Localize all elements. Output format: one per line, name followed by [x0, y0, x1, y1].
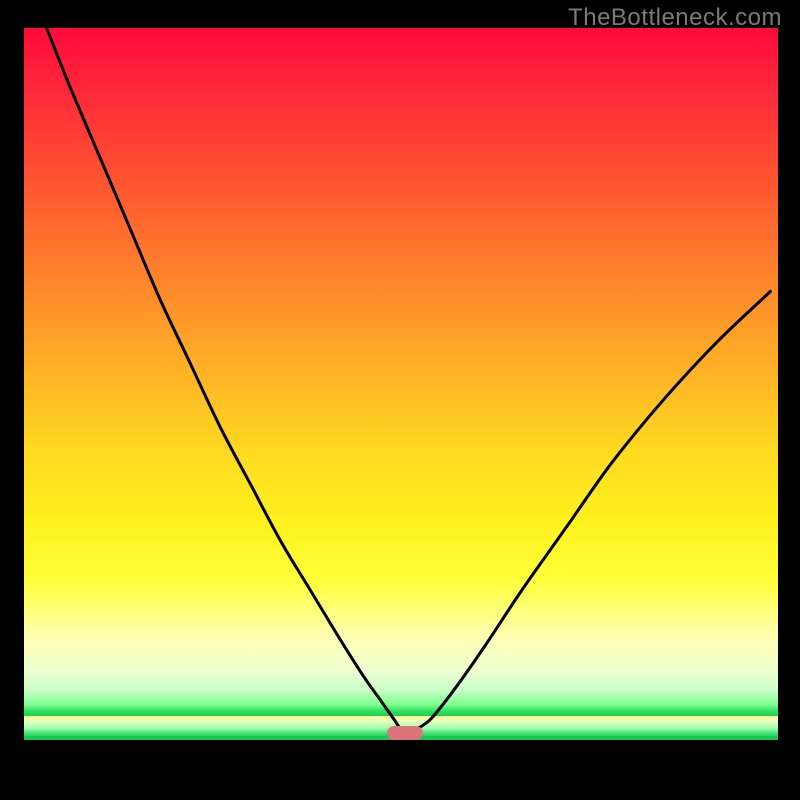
curve-svg: [24, 28, 778, 776]
plot-area: [24, 28, 778, 776]
watermark-text: TheBottleneck.com: [568, 4, 782, 32]
bottleneck-curve-icon: [47, 28, 771, 733]
minimum-marker: [387, 726, 423, 740]
chart-frame: TheBottleneck.com: [0, 0, 800, 800]
